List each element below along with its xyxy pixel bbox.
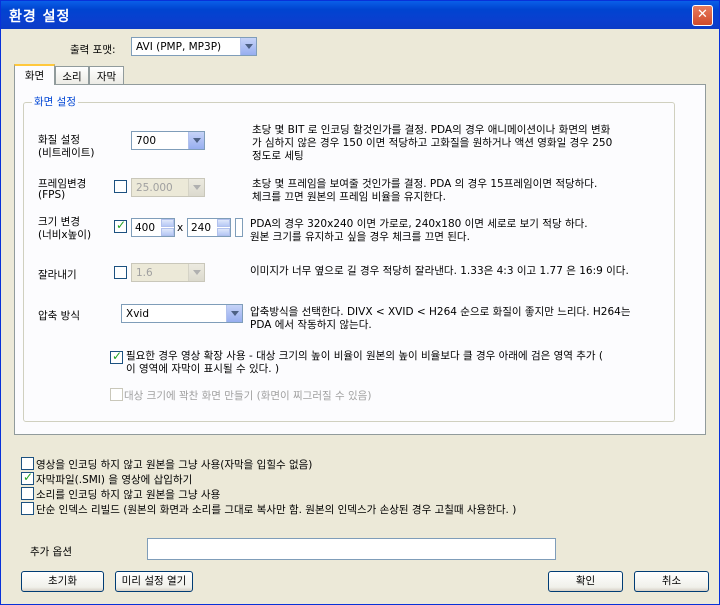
width-stepper[interactable]: 400 bbox=[131, 218, 175, 237]
close-button[interactable]: ✕ bbox=[692, 5, 713, 26]
extra-options-input[interactable] bbox=[147, 538, 556, 560]
fps-sublabel: (FPS) bbox=[38, 189, 66, 201]
window-title: 환경 설정 bbox=[9, 9, 71, 25]
fps-desc-line: 체크를 끄면 원본의 프레임 비율을 유지한다. bbox=[252, 191, 446, 203]
quality-sublabel: (비트레이트) bbox=[38, 147, 95, 159]
no-encode-video-checkbox[interactable] bbox=[21, 457, 34, 470]
codec-select[interactable]: Xvid bbox=[121, 304, 243, 323]
output-format-select[interactable]: AVI (PMP, MP3P) bbox=[131, 37, 257, 56]
fill-checkbox[interactable] bbox=[110, 388, 123, 401]
expand-label-line: 필요한 경우 영상 확장 사용 - 대상 크기의 높이 비율이 원본의 높이 비… bbox=[126, 350, 604, 362]
chevron-down-icon[interactable] bbox=[188, 264, 204, 281]
size-desc-line: PDA의 경우 320x240 이면 가로로, 240x180 이면 세로로 보… bbox=[250, 218, 588, 230]
bitrate-value: 700 bbox=[136, 135, 157, 147]
expand-checkbox[interactable] bbox=[110, 349, 123, 364]
chevron-down-icon[interactable] bbox=[240, 38, 256, 55]
fps-select[interactable]: 25.000 bbox=[131, 178, 205, 197]
codec-description: 압축방식을 선택한다. DIVX < XVID < H264 순으로 화질이 좋… bbox=[250, 306, 631, 332]
fps-desc-line: 초당 몇 프레임을 보여줄 것인가를 결정. PDA 의 경우 15프레임이면 … bbox=[252, 178, 598, 190]
crop-checkbox[interactable] bbox=[114, 266, 127, 279]
chevron-down-icon[interactable] bbox=[188, 179, 204, 196]
aspect-lock-toggle[interactable] bbox=[235, 218, 243, 237]
tab-subtitle[interactable]: 자막 bbox=[89, 66, 124, 84]
insert-subtitle-checkbox[interactable] bbox=[21, 470, 34, 485]
spin-down-icon[interactable] bbox=[217, 228, 230, 236]
codec-desc-line: PDA 에서 작동하지 않는다. bbox=[250, 319, 372, 331]
tab-sound[interactable]: 소리 bbox=[55, 66, 89, 84]
fill-label: 대상 크기에 꽉찬 화면 만들기 (화면이 찌그러질 수 있음) bbox=[124, 390, 372, 402]
fps-checkbox[interactable] bbox=[114, 180, 127, 193]
crop-label: 잘라내기 bbox=[38, 269, 77, 281]
no-encode-audio-label: 소리를 인코딩 하지 않고 원본을 그냥 사용 bbox=[36, 489, 221, 501]
bitrate-select[interactable]: 700 bbox=[131, 131, 205, 150]
no-encode-audio-checkbox[interactable] bbox=[21, 487, 34, 500]
size-desc-line: 원본 크기를 유지하고 싶을 경우 체크를 끄면 된다. bbox=[250, 231, 470, 243]
codec-desc-line: 압축방식을 선택한다. DIVX < XVID < H264 순으로 화질이 좋… bbox=[250, 306, 631, 318]
width-value: 400 bbox=[135, 222, 156, 234]
ok-button[interactable]: 확인 bbox=[548, 571, 623, 592]
reset-button[interactable]: 초기화 bbox=[21, 571, 104, 592]
quality-desc-line: 정도로 세팅 bbox=[252, 150, 304, 162]
cancel-button[interactable]: 취소 bbox=[634, 571, 709, 592]
quality-desc-line: 초당 몇 BIT 로 인코딩 할것인가를 결정. PDA의 경우 애니메이션이나… bbox=[252, 124, 611, 136]
crop-description: 이미지가 너무 옆으로 길 경우 적당히 잘라낸다. 1.33은 4:3 이고 … bbox=[250, 265, 629, 277]
tab-screen-label: 화면 bbox=[24, 70, 45, 82]
index-rebuild-checkbox[interactable] bbox=[21, 502, 34, 515]
output-format-label: 출력 포맷: bbox=[70, 44, 116, 56]
size-description: PDA의 경우 320x240 이면 가로로, 240x180 이면 세로로 보… bbox=[250, 218, 588, 244]
tab-subtitle-label: 자막 bbox=[96, 71, 117, 83]
crop-select[interactable]: 1.6 bbox=[131, 263, 205, 282]
size-separator: x bbox=[177, 222, 184, 234]
tab-sound-label: 소리 bbox=[62, 71, 82, 83]
height-stepper[interactable]: 240 bbox=[187, 218, 231, 237]
expand-label-line: 이 영역에 자막이 표시될 수 있다. ) bbox=[126, 363, 280, 375]
screen-settings-title: 화면 설정 bbox=[32, 94, 78, 109]
size-checkbox[interactable] bbox=[114, 218, 127, 233]
no-encode-video-label: 영상을 인코딩 하지 않고 원본을 그냥 사용(자막을 입힐수 없음) bbox=[36, 459, 313, 471]
chevron-down-icon[interactable] bbox=[188, 132, 204, 149]
height-value: 240 bbox=[191, 222, 212, 234]
expand-label: 필요한 경우 영상 확장 사용 - 대상 크기의 높이 비율이 원본의 높이 비… bbox=[126, 350, 603, 376]
quality-description: 초당 몇 BIT 로 인코딩 할것인가를 결정. PDA의 경우 애니메이션이나… bbox=[252, 124, 612, 163]
output-format-value: AVI (PMP, MP3P) bbox=[136, 41, 222, 53]
open-preset-button[interactable]: 미리 설정 열기 bbox=[115, 571, 193, 592]
fps-description: 초당 몇 프레임을 보여줄 것인가를 결정. PDA 의 경우 15프레임이면 … bbox=[252, 178, 597, 204]
extra-options-label: 추가 옵션 bbox=[30, 546, 72, 558]
chevron-down-icon[interactable] bbox=[226, 305, 242, 322]
insert-subtitle-label: 자막파일(.SMI) 을 영상에 삽입하기 bbox=[36, 474, 193, 486]
crop-value: 1.6 bbox=[136, 267, 153, 279]
spin-down-icon[interactable] bbox=[161, 228, 174, 236]
spin-up-icon[interactable] bbox=[217, 219, 230, 227]
tab-screen[interactable]: 화면 bbox=[14, 64, 55, 85]
fps-value: 25.000 bbox=[136, 182, 173, 194]
size-sublabel: (너비x높이) bbox=[38, 229, 92, 241]
spin-up-icon[interactable] bbox=[161, 219, 174, 227]
title-bar[interactable]: 환경 설정 ✕ bbox=[1, 1, 719, 29]
index-rebuild-label: 단순 인덱스 리빌드 (원본의 화면과 소리를 그대로 복사만 함. 원본의 인… bbox=[36, 504, 517, 516]
quality-desc-line: 가 심하지 않은 경우 150 이면 적당하고 고화질을 원하거나 액션 영화일… bbox=[252, 137, 613, 149]
codec-value: Xvid bbox=[126, 308, 149, 320]
codec-label: 압축 방식 bbox=[38, 310, 80, 322]
